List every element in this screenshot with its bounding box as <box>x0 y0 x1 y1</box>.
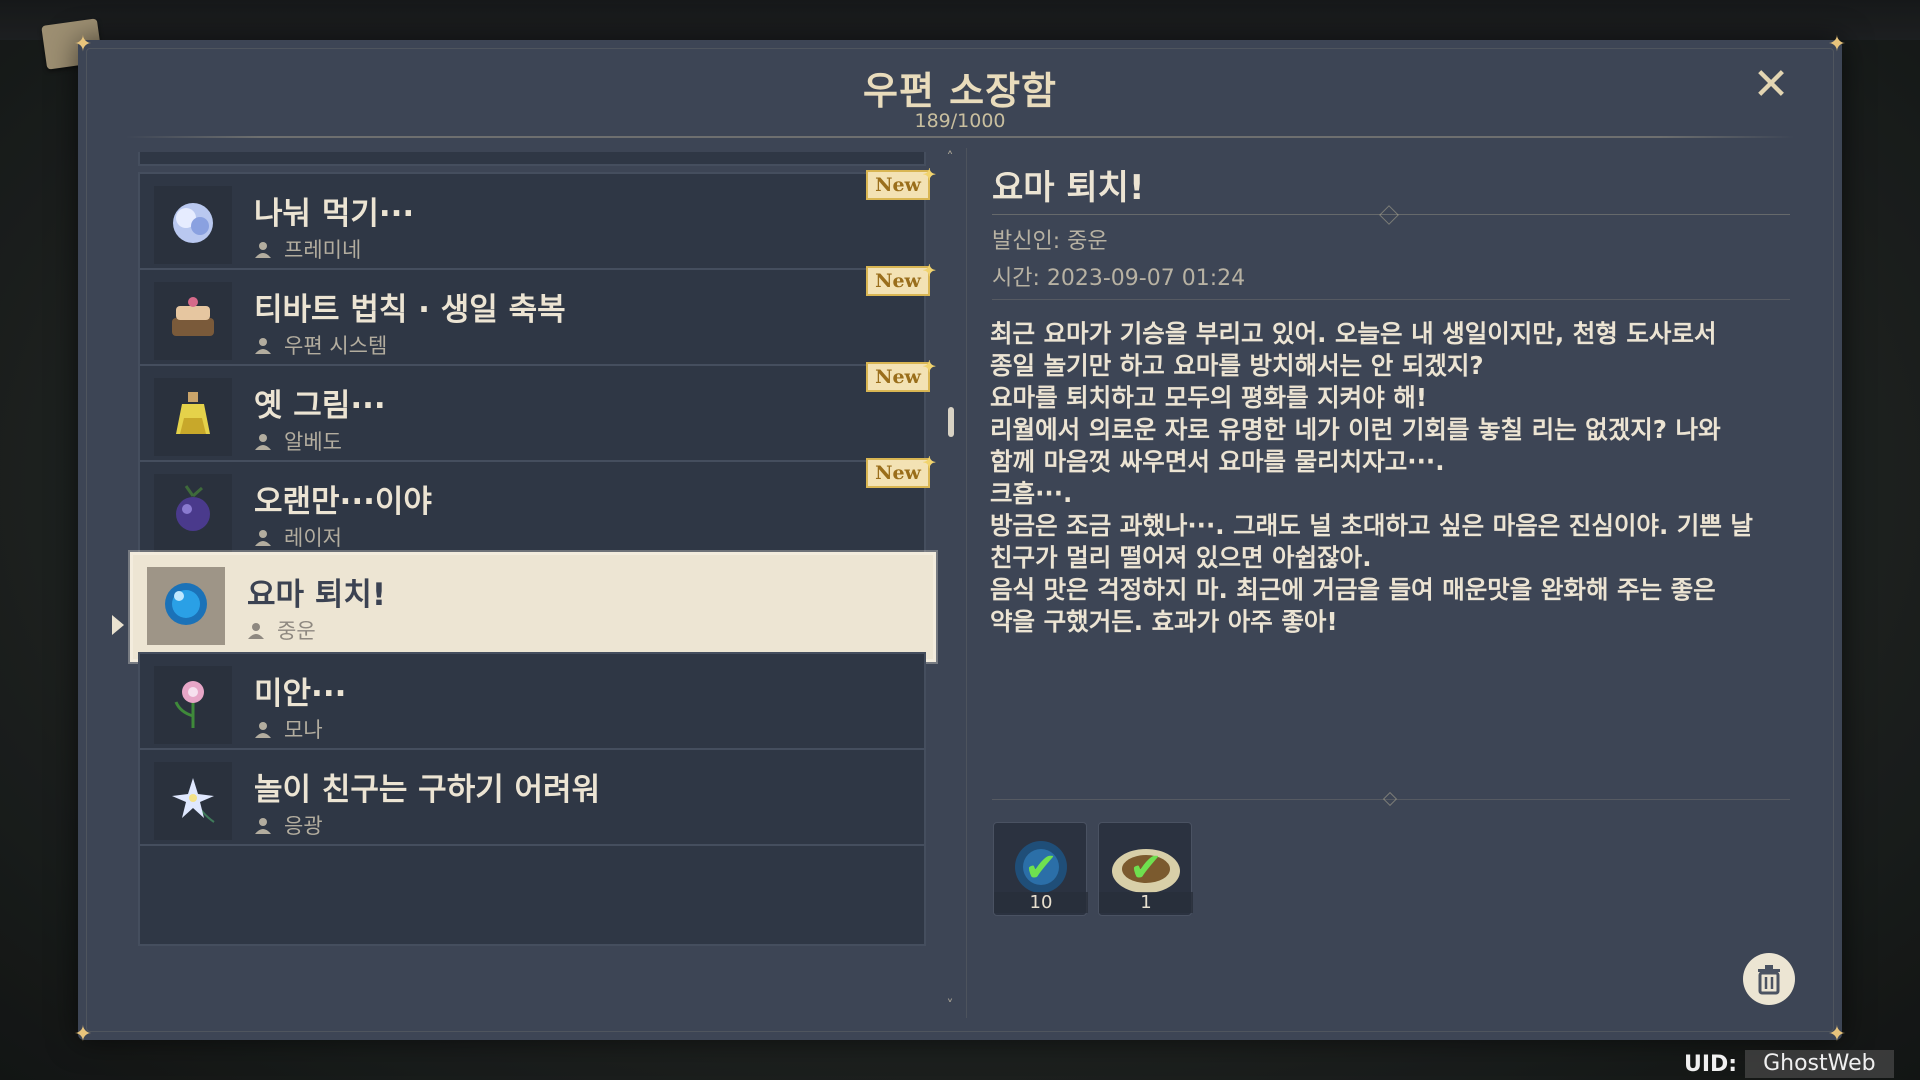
mail-sender: 프레미네 <box>254 234 361 264</box>
mail-thumbnail <box>147 567 225 645</box>
claimed-check-icon: ✔ <box>1129 845 1163 891</box>
mail-body-line: 최근 요마가 기승을 부리고 있어. 오늘은 내 생일이지만, 천형 도사로서 <box>990 319 1717 348</box>
mail-body-line: 요마를 퇴치하고 모두의 평화를 지켜야 해! <box>990 383 1427 412</box>
reward-item[interactable]: ✔ 10 <box>993 822 1088 916</box>
person-icon <box>248 623 264 639</box>
person-icon <box>255 338 271 354</box>
mail-list-item[interactable]: 티바트 법칙 · 생일 축복우편 시스템 New <box>138 258 936 370</box>
person-icon <box>255 530 271 546</box>
divider-ornament <box>1382 791 1398 807</box>
scrollbar-thumb[interactable] <box>948 407 954 437</box>
corner-ornament-icon: ✦ <box>1827 1022 1847 1047</box>
uid-value: GhostWeb <box>1745 1050 1894 1078</box>
mail-list-item[interactable]: 요마 퇴치! 중운 <box>130 552 936 662</box>
mail-sender-name: 프레미네 <box>284 238 362 262</box>
mail-list-item[interactable]: 옛 그림··· 알베도 New <box>138 354 936 466</box>
trash-icon <box>1758 965 1780 995</box>
mail-body-line: 약을 구했거든. 효과가 아주 좋아! <box>990 607 1338 636</box>
close-button[interactable]: ✕ <box>1748 62 1794 108</box>
mail-body-line: 함께 마음껏 싸우면서 요마를 물리치자고···. <box>990 447 1445 476</box>
mail-subject: 티바트 법칙 · 생일 축복 <box>254 292 566 328</box>
mail-body: 최근 요마가 기승을 부리고 있어. 오늘은 내 생일이지만, 천형 도사로서종… <box>990 318 1800 638</box>
mail-sender-name: 모나 <box>284 718 323 742</box>
mail-detail-title: 요마 퇴치! <box>992 168 1145 208</box>
scroll-down-icon[interactable]: ˅ <box>940 998 960 1014</box>
mail-subject: 옛 그림··· <box>254 388 386 424</box>
new-badge: New <box>866 162 936 200</box>
person-icon <box>255 722 271 738</box>
mail-subject: 놀이 친구는 구하기 어려워 <box>254 772 601 808</box>
reward-count: 1 <box>1099 892 1193 913</box>
corner-ornament-icon: ✦ <box>73 1022 93 1047</box>
corner-ornament-icon: ✦ <box>1827 32 1847 57</box>
mail-sender-name: 레이저 <box>284 526 342 550</box>
reward-item[interactable]: ✔ 1 <box>1098 822 1193 916</box>
mail-body-line: 크흠···. <box>990 479 1073 508</box>
detail-divider <box>992 299 1790 300</box>
mail-sender-name: 응광 <box>284 814 323 838</box>
cake-icon <box>162 288 224 354</box>
mail-thumbnail <box>154 378 232 456</box>
mail-thumbnail <box>154 474 232 552</box>
mail-sender: 우편 시스템 <box>254 330 387 360</box>
mail-body-line: 리월에서 의로운 자로 유명한 네가 이런 기회를 놓칠 리는 없겠지? 나와 <box>990 415 1721 444</box>
person-icon <box>255 242 271 258</box>
mail-list-item[interactable]: 놀이 친구는 구하기 어려워응광 <box>138 748 926 850</box>
mail-body-line: 친구가 멀리 떨어져 있으면 아쉽잖아. <box>990 543 1372 572</box>
mail-body-line: 음식 맛은 걱정하지 마. 최근에 거금을 들여 매운맛을 완화해 주는 좋은 <box>990 575 1716 604</box>
person-icon <box>255 818 271 834</box>
mail-panel: ✦ ✦ ✦ ✦ 우편 소장함 189/1000 ✕ 나눠 먹기··· 프레미네 Ne… <box>74 32 1846 1047</box>
new-badge: New <box>866 354 936 392</box>
mail-sender-name: 중운 <box>277 619 316 643</box>
mail-sender: 레이저 <box>254 522 342 552</box>
claimed-check-icon: ✔ <box>1024 845 1058 891</box>
mail-count: 189/1000 <box>914 110 1006 132</box>
blue-orb-icon <box>155 573 217 639</box>
mail-list-item-partial[interactable] <box>138 844 926 946</box>
pearl-flower-icon <box>162 192 224 258</box>
mail-subject: 미안··· <box>254 676 347 712</box>
mail-sender: 응광 <box>254 810 323 840</box>
selection-arrow-icon <box>112 615 124 635</box>
flower-icon <box>162 672 224 738</box>
mail-time: 시간: 2023-09-07 01:24 <box>992 266 1246 291</box>
divider-ornament <box>1379 205 1399 225</box>
mail-sender: 모나 <box>254 714 323 744</box>
mail-subject: 요마 퇴치! <box>247 577 387 613</box>
mail-thumbnail <box>154 282 232 360</box>
mail-thumbnail <box>154 186 232 264</box>
mail-subject: 오랜만···이야 <box>254 484 432 520</box>
mail-sender: 중운 <box>247 615 316 645</box>
person-icon <box>255 434 271 450</box>
mail-thumbnail <box>154 666 232 744</box>
glaze-lily-icon <box>162 768 224 834</box>
mail-list[interactable]: 나눠 먹기···프레미네New티바트 법칙 · 생일 축복우편 시스템New옛 … <box>118 152 1028 1052</box>
mail-sender-name: 우편 시스템 <box>284 334 388 358</box>
berry-icon <box>162 480 224 546</box>
uid-label: UID: <box>1684 1051 1738 1077</box>
mail-thumbnail <box>154 762 232 840</box>
potion-icon <box>162 384 224 450</box>
new-badge: New <box>866 450 936 488</box>
uid-display: UID: GhostWeb <box>1684 1050 1894 1078</box>
mail-sender: 발신인: 중운 <box>992 229 1108 254</box>
title-divider <box>126 136 1794 138</box>
mail-list-item-partial[interactable] <box>138 152 926 166</box>
mail-sender-name: 알베도 <box>284 430 342 454</box>
mail-body-line: 방금은 조금 과했나···. 그래도 널 초대하고 싶은 마음은 진심이야. 기… <box>990 511 1753 540</box>
mail-list-item[interactable]: 나눠 먹기··· 프레미네 New <box>138 162 936 274</box>
mail-body-line: 종일 놀기만 하고 요마를 방치해서는 안 되겠지? <box>990 351 1484 380</box>
mail-sender: 알베도 <box>254 426 342 456</box>
mail-list-item[interactable]: 미안··· 모나 <box>138 652 926 754</box>
reward-count: 10 <box>994 892 1088 913</box>
delete-button[interactable] <box>1743 953 1795 1005</box>
close-icon: ✕ <box>1752 59 1790 110</box>
mail-list-item[interactable]: 오랜만···이야레이저 New <box>138 450 936 562</box>
mail-subject: 나눠 먹기··· <box>254 196 415 232</box>
new-badge: New <box>866 258 936 296</box>
corner-ornament-icon: ✦ <box>73 32 93 57</box>
scroll-up-icon[interactable]: ˄ <box>940 150 960 166</box>
page-title: 우편 소장함 <box>862 69 1058 113</box>
